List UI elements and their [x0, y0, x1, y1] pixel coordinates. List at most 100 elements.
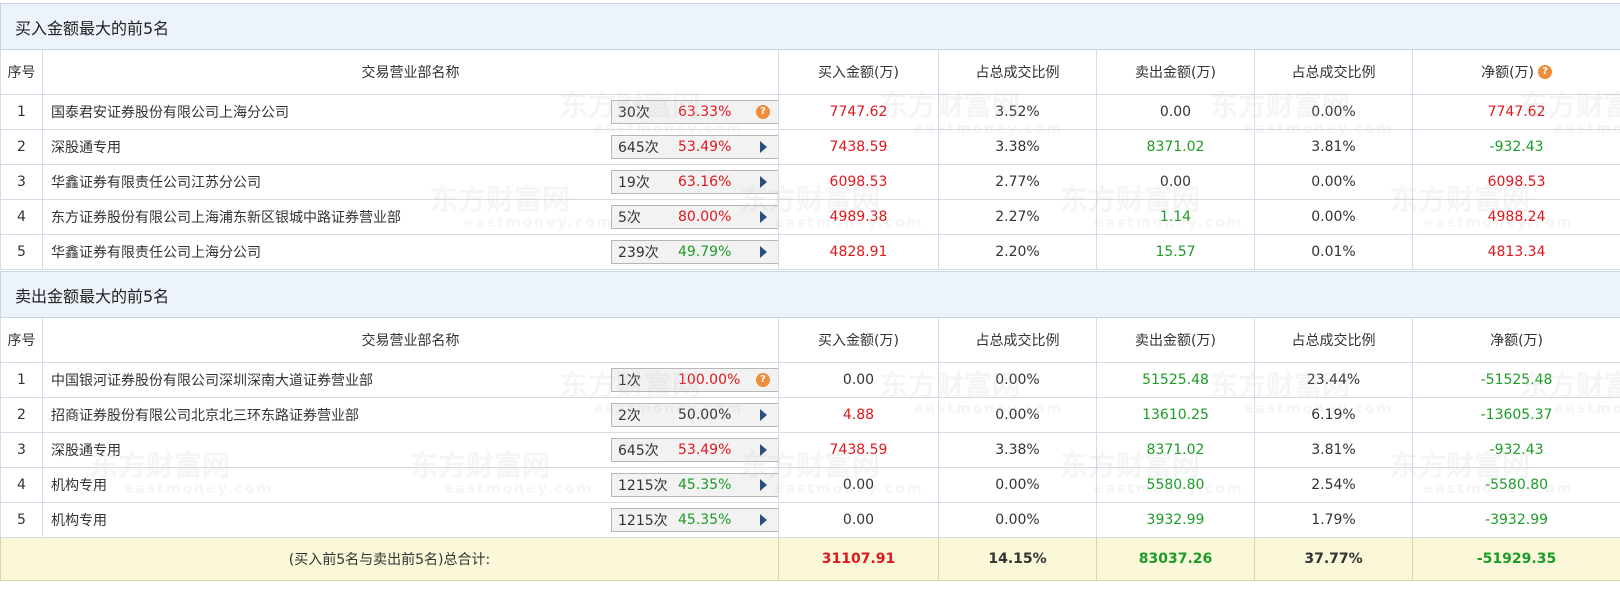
row-sell-pct: 0.01%	[1254, 234, 1413, 270]
expand-arrow-icon[interactable]	[759, 514, 767, 526]
broker-cell: 中国银河证券股份有限公司深圳深南大道证券营业部 1次 100.00%?	[42, 362, 779, 398]
table-row: 1 中国银河证券股份有限公司深圳深南大道证券营业部 1次 100.00%? 0.00 0.…	[0, 362, 1620, 398]
listing-count: 30次	[618, 105, 650, 121]
row-buy-pct: 2.77%	[938, 164, 1097, 200]
row-buy-pct: 0.00%	[938, 502, 1097, 538]
row-net: 4813.34	[1411, 234, 1620, 270]
broker-name-link[interactable]: 招商证券股份有限公司北京北三环东路证券营业部	[51, 405, 359, 425]
pill-action[interactable]	[748, 444, 778, 456]
broker-name-link[interactable]: 国泰君安证券股份有限公司上海分公司	[51, 102, 289, 122]
totals-sell: 83037.26	[1096, 537, 1255, 581]
header-sell-pct: 占总成交比例	[1254, 49, 1413, 95]
broker-history-button[interactable]: 645次 53.49%	[611, 438, 778, 462]
help-icon[interactable]: ?	[756, 105, 770, 119]
row-sell: 5580.80	[1096, 467, 1255, 503]
expand-arrow-icon[interactable]	[759, 176, 767, 188]
broker-history-button[interactable]: 2次 50.00%	[611, 403, 778, 427]
row-buy-pct: 3.52%	[938, 94, 1097, 130]
row-seq: 1	[0, 362, 43, 398]
header-buy-pct: 占总成交比例	[938, 317, 1097, 363]
pill-action[interactable]	[748, 409, 778, 421]
table-row: 1 国泰君安证券股份有限公司上海分公司 30次 63.33%? 7747.62 3.52%…	[0, 94, 1620, 130]
listing-count: 1215次	[618, 478, 668, 494]
expand-arrow-icon[interactable]	[759, 141, 767, 153]
row-buy-pct: 3.38%	[938, 432, 1097, 468]
broker-history-button[interactable]: 239次 49.79%	[611, 240, 778, 264]
broker-history-button[interactable]: 5次 80.00%	[611, 205, 778, 229]
header-net: 净额(万)?	[1411, 49, 1620, 95]
broker-name-link[interactable]: 中国银河证券股份有限公司深圳深南大道证券营业部	[51, 370, 373, 390]
broker-name-link[interactable]: 机构专用	[51, 475, 107, 495]
broker-history-button[interactable]: 1215次 45.35%	[611, 508, 778, 532]
table-row: 5 机构专用 1215次 45.35% 0.00 0.00% 3932.99 1.79% -39…	[0, 502, 1620, 538]
listing-count: 5次	[618, 210, 641, 226]
broker-name-link[interactable]: 华鑫证券有限责任公司江苏分公司	[51, 172, 261, 192]
row-buy-pct: 0.00%	[938, 467, 1097, 503]
pill-action[interactable]	[748, 246, 778, 258]
broker-history-button[interactable]: 19次 63.16%	[611, 170, 778, 194]
pill-action[interactable]	[748, 176, 778, 188]
row-sell-pct: 0.00%	[1254, 94, 1413, 130]
row-buy-pct: 0.00%	[938, 397, 1097, 433]
table-row: 5 华鑫证券有限责任公司上海分公司 239次 49.79% 4828.91 2.20% 15…	[0, 234, 1620, 270]
buy-top5-table: 买入金额最大的前5名 序号 交易营业部名称 买入金额(万) 占总成交比例 卖出金…	[0, 3, 1620, 270]
broker-history-button[interactable]: 645次 53.49%	[611, 135, 778, 159]
pill-action[interactable]	[748, 141, 778, 153]
row-seq: 2	[0, 397, 43, 433]
row-buy: 0.00	[778, 362, 939, 398]
broker-cell: 华鑫证券有限责任公司上海分公司 239次 49.79%	[42, 234, 779, 270]
row-seq: 3	[0, 164, 43, 200]
pill-action[interactable]	[748, 479, 778, 491]
expand-arrow-icon[interactable]	[759, 479, 767, 491]
totals-sell-pct: 37.77%	[1254, 537, 1413, 581]
expand-arrow-icon[interactable]	[759, 409, 767, 421]
pill-action[interactable]	[748, 211, 778, 223]
broker-cell: 国泰君安证券股份有限公司上海分公司 30次 63.33%?	[42, 94, 779, 130]
broker-name-link[interactable]: 深股通专用	[51, 440, 121, 460]
expand-arrow-icon[interactable]	[759, 246, 767, 258]
totals-net: -51929.35	[1411, 537, 1620, 581]
broker-history-button[interactable]: 30次 63.33%?	[611, 100, 778, 124]
row-net: 4988.24	[1411, 199, 1620, 235]
listing-count: 645次	[618, 140, 659, 156]
broker-name-link[interactable]: 深股通专用	[51, 137, 121, 157]
row-seq: 5	[0, 234, 43, 270]
broker-name-link[interactable]: 华鑫证券有限责任公司上海分公司	[51, 242, 261, 262]
totals-label: (买入前5名与卖出前5名)总合计:	[0, 537, 779, 581]
row-sell: 0.00	[1096, 164, 1255, 200]
success-rate: 80.00%	[678, 209, 732, 225]
broker-name-link[interactable]: 机构专用	[51, 510, 107, 530]
row-sell-pct: 3.81%	[1254, 432, 1413, 468]
broker-history-button[interactable]: 1215次 45.35%	[611, 473, 778, 497]
listing-count: 2次	[618, 408, 641, 424]
row-net: -932.43	[1411, 432, 1620, 468]
broker-history-button[interactable]: 1次 100.00%?	[611, 368, 778, 392]
totals-buy: 31107.91	[778, 537, 939, 581]
buy-section-title: 买入金额最大的前5名	[0, 3, 1620, 50]
expand-arrow-icon[interactable]	[759, 211, 767, 223]
row-seq: 5	[0, 502, 43, 538]
pill-action[interactable]: ?	[748, 105, 778, 119]
broker-cell: 东方证券股份有限公司上海浦东新区银城中路证券营业部 5次 80.00%	[42, 199, 779, 235]
expand-arrow-icon[interactable]	[759, 444, 767, 456]
broker-name-link[interactable]: 东方证券股份有限公司上海浦东新区银城中路证券营业部	[51, 207, 401, 227]
totals-row: (买入前5名与卖出前5名)总合计: 31107.91 14.15% 83037.…	[0, 537, 1620, 581]
row-buy: 7438.59	[778, 432, 939, 468]
row-sell: 3932.99	[1096, 502, 1255, 538]
row-sell: 51525.48	[1096, 362, 1255, 398]
header-name: 交易营业部名称	[42, 49, 779, 95]
pill-action[interactable]: ?	[748, 373, 778, 387]
broker-cell: 机构专用 1215次 45.35%	[42, 502, 779, 538]
help-icon[interactable]: ?	[756, 373, 770, 387]
row-net: -13605.37	[1411, 397, 1620, 433]
row-sell-pct: 23.44%	[1254, 362, 1413, 398]
pill-action[interactable]	[748, 514, 778, 526]
row-net: 6098.53	[1411, 164, 1620, 200]
table-row: 2 招商证券股份有限公司北京北三环东路证券营业部 2次 50.00% 4.88 0.00%…	[0, 397, 1620, 433]
success-rate: 50.00%	[678, 407, 732, 423]
success-rate: 45.35%	[678, 477, 732, 493]
row-seq: 2	[0, 129, 43, 165]
help-icon[interactable]: ?	[1538, 65, 1553, 79]
header-net-label: 净额(万)	[1481, 65, 1535, 81]
row-buy: 4828.91	[778, 234, 939, 270]
